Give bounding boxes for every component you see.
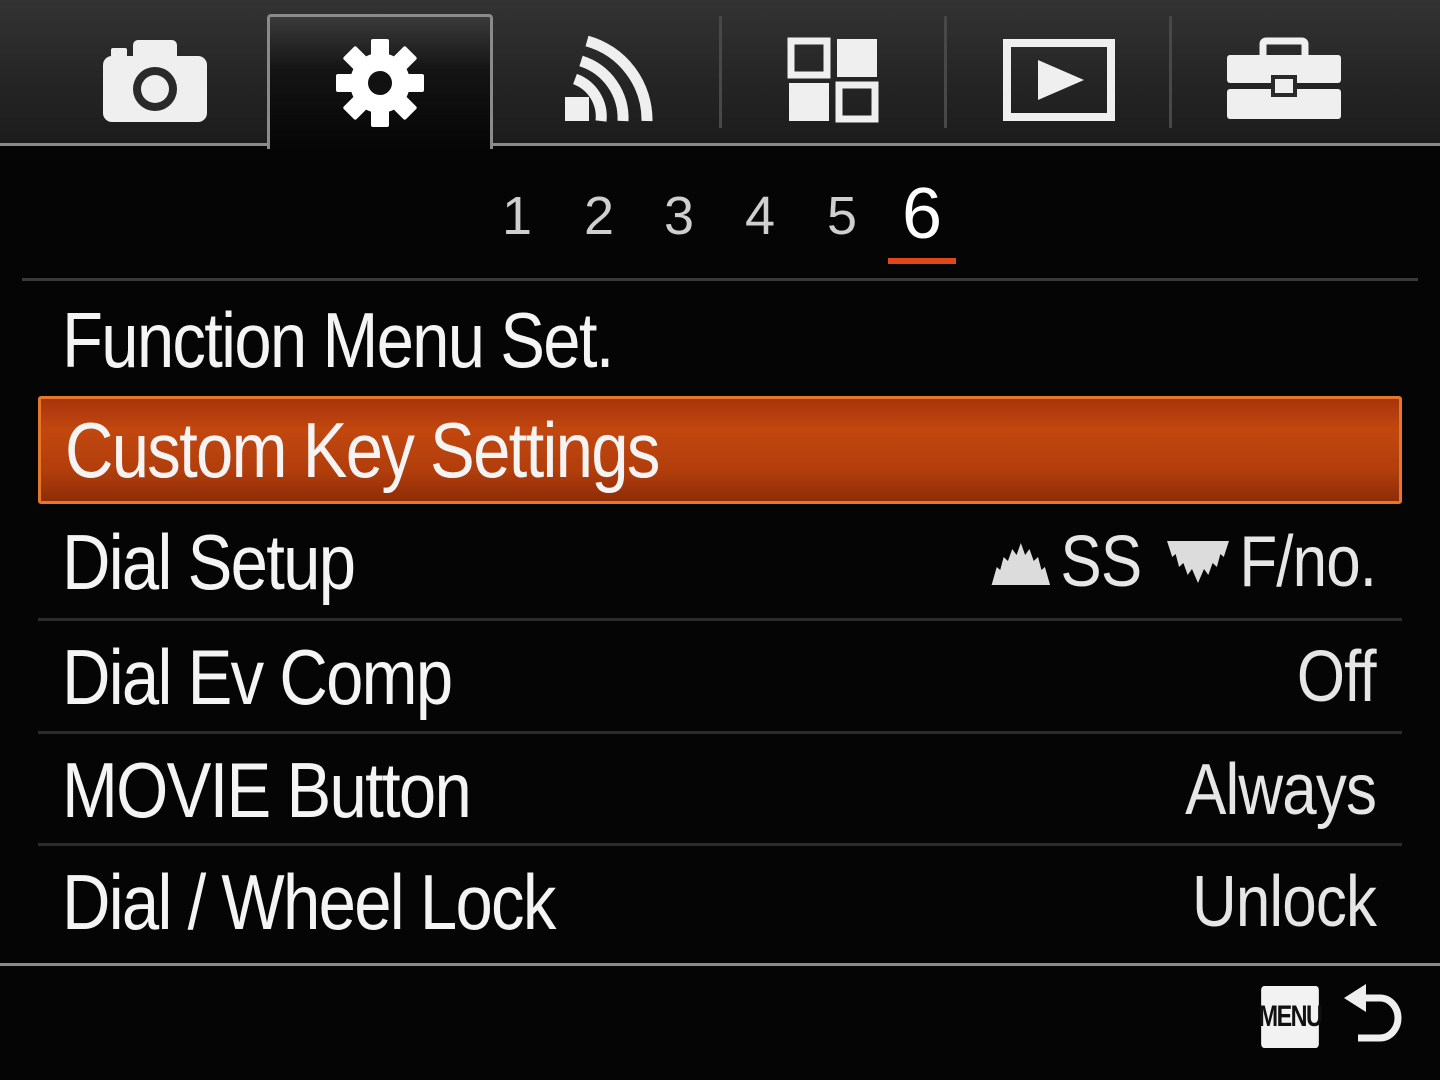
menu-item-label: MOVIE Button <box>62 745 472 834</box>
menu-item-value: SS F/no. <box>990 506 1377 618</box>
page-number-3[interactable]: 3 <box>649 184 709 248</box>
page-number-current[interactable]: 6 <box>892 176 952 252</box>
menu-item-label: Dial Ev Comp <box>62 632 453 721</box>
menu-item-custom-key-settings[interactable]: Custom Key Settings <box>38 396 1402 504</box>
menu-item-value: Off <box>1297 637 1377 717</box>
menu-item-label: Dial / Wheel Lock <box>62 857 556 946</box>
front-dial-icon <box>990 537 1052 587</box>
tab-custom-settings[interactable] <box>267 14 493 149</box>
menu-item-dial-wheel-lock[interactable]: Dial / Wheel Lock Unlock <box>38 846 1402 958</box>
page-number-2[interactable]: 2 <box>569 184 629 248</box>
menu-item-dial-ev-comp[interactable]: Dial Ev Comp Off <box>38 621 1402 733</box>
menu-item-function-menu-set[interactable]: Function Menu Set. <box>38 284 1402 396</box>
playback-icon <box>1002 38 1116 122</box>
menu-item-value: Unlock <box>1191 862 1377 942</box>
menu-tab-bar <box>0 0 1440 149</box>
divider <box>22 278 1418 281</box>
tab-shooting[interactable] <box>42 14 268 146</box>
page-number-1[interactable]: 1 <box>487 184 547 248</box>
tab-playback[interactable] <box>946 14 1172 146</box>
front-dial-function: SS <box>1060 522 1142 602</box>
rear-dial-function: F/no. <box>1239 522 1377 602</box>
tab-applications[interactable] <box>721 14 947 146</box>
page-number-5[interactable]: 5 <box>812 184 872 248</box>
menu-item-label: Dial Setup <box>62 517 356 606</box>
tab-setup[interactable] <box>1171 14 1397 146</box>
menu-item-movie-button[interactable]: MOVIE Button Always <box>38 734 1402 846</box>
menu-item-value: Always <box>1185 750 1377 830</box>
toolbox-icon <box>1223 37 1345 123</box>
page-number-4[interactable]: 4 <box>730 184 790 248</box>
rear-dial-icon <box>1165 537 1230 587</box>
page-indicator: 1 2 3 4 5 6 <box>0 172 1440 272</box>
menu-item-label: Function Menu Set. <box>62 295 614 384</box>
menu-item-dial-setup[interactable]: Dial Setup SS F/no. <box>38 506 1402 618</box>
gear-icon <box>334 37 426 129</box>
current-page-underline <box>888 258 956 264</box>
return-arrow-icon[interactable] <box>1340 982 1404 1059</box>
tab-wireless[interactable] <box>496 14 722 146</box>
camera-icon <box>99 34 211 126</box>
divider <box>0 963 1440 966</box>
wireless-icon <box>561 35 657 125</box>
menu-item-label: Custom Key Settings <box>65 405 660 494</box>
menu-button-badge[interactable]: MENU <box>1259 986 1323 1048</box>
applications-grid-icon <box>787 37 881 123</box>
